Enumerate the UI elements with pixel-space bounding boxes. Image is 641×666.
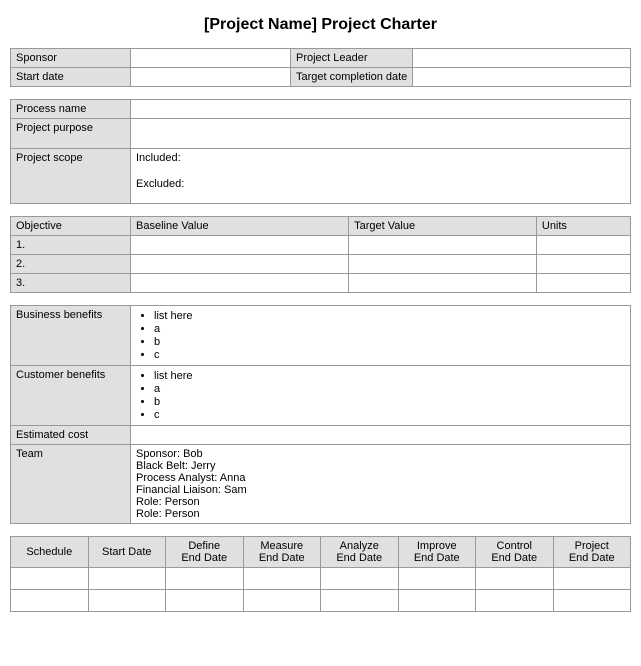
business-benefits-list: list here a b c	[136, 310, 625, 361]
project-end-header: ProjectEnd Date	[553, 537, 631, 568]
target-completion-label: Target completion date	[291, 68, 413, 87]
customer-benefits-value: list here a b c	[131, 366, 631, 426]
sponsor-value	[131, 49, 291, 68]
sched-col-7	[476, 590, 554, 612]
project-leader-label: Project Leader	[291, 49, 413, 68]
schedule-row-2	[11, 590, 631, 612]
schedule-header: Schedule	[11, 537, 89, 568]
units-header: Units	[536, 217, 630, 236]
process-name-label: Process name	[11, 100, 131, 119]
sched-col-3	[166, 590, 244, 612]
project-leader-value	[413, 49, 631, 68]
obj-baseline-3	[131, 274, 349, 293]
team-member: Black Belt: Jerry	[136, 460, 625, 472]
control-end-header: ControlEnd Date	[476, 537, 554, 568]
sched-col-5	[321, 568, 399, 590]
sched-col-4	[243, 568, 321, 590]
team-member: Role: Person	[136, 496, 625, 508]
project-scope-label: Project scope	[11, 149, 131, 204]
customer-benefits-label: Customer benefits	[11, 366, 131, 426]
team-member: Role: Person	[136, 508, 625, 520]
included-label: Included:	[136, 152, 625, 164]
obj-target-1	[349, 236, 537, 255]
project-purpose-label: Project purpose	[11, 119, 131, 149]
excluded-label: Excluded:	[136, 178, 625, 190]
team-member: Sponsor: Bob	[136, 448, 625, 460]
obj-num-3: 3.	[11, 274, 131, 293]
obj-units-3	[536, 274, 630, 293]
list-item: a	[154, 383, 625, 395]
sched-col-3	[166, 568, 244, 590]
team-label: Team	[11, 445, 131, 524]
obj-units-1	[536, 236, 630, 255]
obj-units-2	[536, 255, 630, 274]
team-member: Process Analyst: Anna	[136, 472, 625, 484]
start-date-header: Start Date	[88, 537, 166, 568]
estimated-cost-label: Estimated cost	[11, 426, 131, 445]
sched-col-7	[476, 568, 554, 590]
obj-num-1: 1.	[11, 236, 131, 255]
list-item: b	[154, 336, 625, 348]
sched-col-1	[11, 590, 89, 612]
list-item: c	[154, 409, 625, 421]
team-member: Financial Liaison: Sam	[136, 484, 625, 496]
objectives-table: Objective Baseline Value Target Value Un…	[10, 216, 631, 293]
list-item: c	[154, 349, 625, 361]
business-benefits-value: list here a b c	[131, 306, 631, 366]
improve-end-header: ImproveEnd Date	[398, 537, 476, 568]
list-item: a	[154, 323, 625, 335]
target-completion-value	[413, 68, 631, 87]
obj-baseline-1	[131, 236, 349, 255]
sched-col-5	[321, 590, 399, 612]
sched-col-2	[88, 590, 166, 612]
sched-col-4	[243, 590, 321, 612]
team-value: Sponsor: Bob Black Belt: Jerry Process A…	[131, 445, 631, 524]
page-title: [Project Name] Project Charter	[10, 16, 631, 34]
objective-row-2: 2.	[11, 255, 631, 274]
details-table: Process name Project purpose Project sco…	[10, 99, 631, 204]
obj-target-2	[349, 255, 537, 274]
define-end-header: DefineEnd Date	[166, 537, 244, 568]
sched-col-8	[553, 590, 631, 612]
objective-row-1: 1.	[11, 236, 631, 255]
schedule-row-1	[11, 568, 631, 590]
list-item: list here	[154, 370, 625, 382]
sponsor-label: Sponsor	[11, 49, 131, 68]
target-header: Target Value	[349, 217, 537, 236]
process-name-value	[131, 100, 631, 119]
list-item: list here	[154, 310, 625, 322]
analyze-end-header: AnalyzeEnd Date	[321, 537, 399, 568]
customer-benefits-list: list here a b c	[136, 370, 625, 421]
objective-header: Objective	[11, 217, 131, 236]
sched-col-8	[553, 568, 631, 590]
measure-end-header: MeasureEnd Date	[243, 537, 321, 568]
estimated-cost-value	[131, 426, 631, 445]
start-date-value	[131, 68, 291, 87]
sched-col-6	[398, 568, 476, 590]
sched-col-2	[88, 568, 166, 590]
business-benefits-label: Business benefits	[11, 306, 131, 366]
obj-num-2: 2.	[11, 255, 131, 274]
project-purpose-value	[131, 119, 631, 149]
baseline-header: Baseline Value	[131, 217, 349, 236]
start-date-label: Start date	[11, 68, 131, 87]
objective-row-3: 3.	[11, 274, 631, 293]
benefits-table: Business benefits list here a b c Custom…	[10, 305, 631, 524]
obj-target-3	[349, 274, 537, 293]
schedule-table: Schedule Start Date DefineEnd Date Measu…	[10, 536, 631, 612]
sched-col-6	[398, 590, 476, 612]
info-table: Sponsor Project Leader Start date Target…	[10, 48, 631, 87]
sched-col-1	[11, 568, 89, 590]
obj-baseline-2	[131, 255, 349, 274]
list-item: b	[154, 396, 625, 408]
project-scope-value: Included: Excluded:	[131, 149, 631, 204]
